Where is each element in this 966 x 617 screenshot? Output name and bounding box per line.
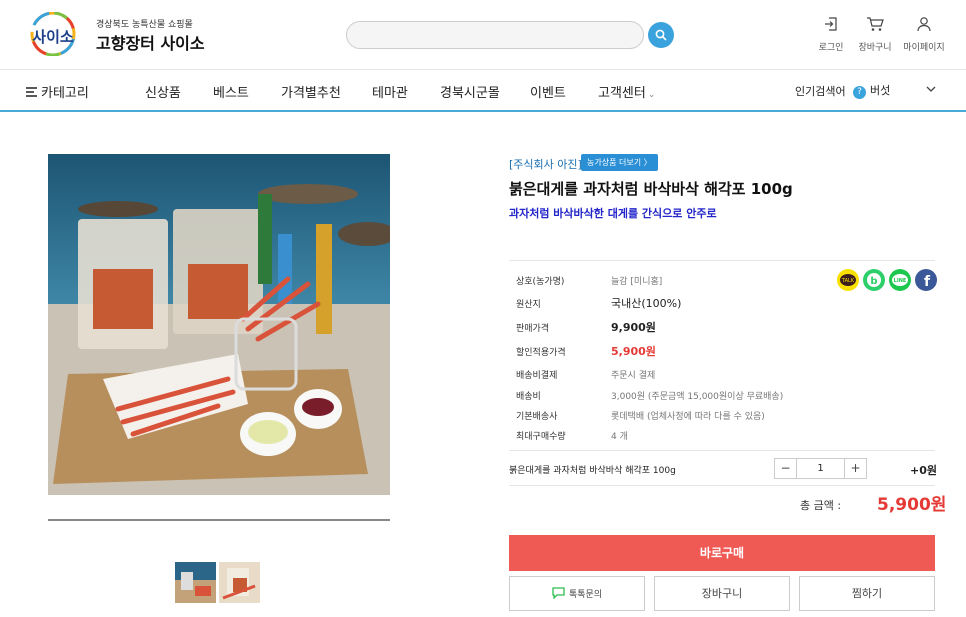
cart-link[interactable]: 장바구니 bbox=[850, 16, 900, 53]
thumbnail-2[interactable] bbox=[219, 562, 260, 603]
nav-best[interactable]: 베스트 bbox=[213, 82, 249, 101]
product-main-image[interactable] bbox=[48, 154, 390, 495]
chat-icon bbox=[552, 587, 565, 600]
talk-inquiry-label: 톡톡문의 bbox=[568, 590, 603, 600]
info-value-seller[interactable]: 늘감 [미니홈] bbox=[611, 274, 662, 287]
kakaotalk-icon: TALK bbox=[840, 274, 856, 286]
chevron-down-icon: ⌄ bbox=[647, 90, 656, 100]
more-farm-products-button[interactable]: 농가상품 더보기 〉 bbox=[581, 154, 658, 171]
cart-label: 장바구니 bbox=[858, 43, 892, 53]
option-price: +0원 bbox=[910, 464, 937, 477]
mypage-link[interactable]: 마이페이지 bbox=[899, 16, 949, 53]
product-subtitle: 과자처럼 바삭바삭한 대게를 간식으로 안주로 bbox=[509, 207, 717, 220]
info-divider bbox=[509, 260, 935, 261]
qty-plus-button[interactable]: + bbox=[845, 459, 866, 478]
popular-search-label: 인기검색어 bbox=[795, 85, 846, 98]
search-icon bbox=[655, 29, 667, 41]
info-value-shipping-fee: 3,000원 (주문금액 15,000원이상 무료배송) bbox=[611, 392, 784, 402]
cart-icon bbox=[867, 17, 884, 31]
line-icon: LINE bbox=[892, 274, 908, 286]
total-price: 5,900원 bbox=[877, 495, 947, 515]
popular-dropdown-icon[interactable] bbox=[926, 86, 936, 93]
talk-inquiry-button[interactable]: 톡톡문의 bbox=[509, 576, 645, 611]
svg-text:사이소: 사이소 bbox=[32, 28, 74, 46]
wishlist-button[interactable]: 찜하기 bbox=[799, 576, 935, 611]
facebook-icon: f bbox=[924, 274, 931, 290]
image-divider bbox=[48, 519, 390, 521]
logo-mark-icon: 사이소 bbox=[30, 12, 76, 56]
nav-customer-label: 고객센터 bbox=[598, 86, 646, 101]
main-nav: 카테고리 신상품 베스트 가격별추천 테마관 경북시군몰 이벤트 고객센터 ⌄ 인… bbox=[0, 70, 966, 112]
info-label-price: 판매가격 bbox=[516, 324, 550, 334]
info-value-discount: 5,900원 bbox=[611, 345, 656, 358]
popular-keyword-text: 버섯 bbox=[870, 84, 891, 97]
login-link[interactable]: 로그인 bbox=[806, 16, 856, 53]
svg-text:b: b bbox=[870, 276, 877, 287]
nav-region[interactable]: 경북시군몰 bbox=[440, 82, 500, 101]
logo-title: 고향장터 사이소 bbox=[96, 34, 205, 53]
facebook-share-icon[interactable]: f bbox=[915, 269, 937, 291]
info-label-seller: 상호(농가명) bbox=[516, 277, 565, 287]
brand-name[interactable]: [주식회사 아진] bbox=[509, 156, 582, 172]
category-menu[interactable]: 카테고리 bbox=[26, 82, 89, 101]
thumbnail-image bbox=[219, 562, 260, 603]
info-label-shipping-payment: 배송비결제 bbox=[516, 371, 558, 381]
popular-keyword[interactable]: ? 버섯 bbox=[853, 82, 890, 99]
band-share-icon[interactable]: b bbox=[863, 269, 885, 291]
option-name: 붉은대게를 과자처럼 바삭바삭 해각포 100g bbox=[509, 466, 676, 476]
info-label-discount: 할인적용가격 bbox=[516, 348, 566, 358]
nav-price[interactable]: 가격별추천 bbox=[281, 82, 341, 101]
svg-text:LINE: LINE bbox=[894, 278, 907, 284]
buy-now-button[interactable]: 바로구매 bbox=[509, 535, 935, 571]
site-logo[interactable]: 사이소 경상북도 농특산물 쇼핑몰 고향장터 사이소 bbox=[26, 10, 216, 60]
add-to-cart-button[interactable]: 장바구니 bbox=[654, 576, 790, 611]
category-label: 카테고리 bbox=[41, 86, 89, 101]
info-value-shipping-payment: 주문시 결제 bbox=[611, 371, 656, 381]
product-photo bbox=[48, 154, 390, 495]
info-value-price: 9,900원 bbox=[611, 321, 656, 334]
menu-icon bbox=[26, 86, 37, 97]
qty-minus-button[interactable]: − bbox=[775, 459, 796, 478]
info-value-courier: 롯데택배 (업체사정에 따라 다를 수 있음) bbox=[611, 412, 765, 422]
nav-customer-center[interactable]: 고객센터 ⌄ bbox=[598, 82, 655, 101]
site-header: 사이소 경상북도 농특산물 쇼핑몰 고향장터 사이소 로그인 장바구니 마이페이… bbox=[0, 0, 966, 70]
question-icon: ? bbox=[853, 86, 866, 99]
band-icon: b bbox=[867, 273, 881, 287]
line-share-icon[interactable]: LINE bbox=[889, 269, 911, 291]
info-value-origin: 국내산(100%) bbox=[611, 297, 682, 310]
qty-input[interactable]: 1 bbox=[796, 459, 845, 478]
logo-subtitle: 경상북도 농특산물 쇼핑몰 bbox=[96, 20, 193, 30]
search-input[interactable] bbox=[347, 22, 643, 48]
nav-theme[interactable]: 테마관 bbox=[372, 82, 408, 101]
mypage-label: 마이페이지 bbox=[903, 43, 945, 53]
total-label: 총 금액 : bbox=[800, 499, 842, 512]
option-divider-bottom bbox=[509, 485, 935, 486]
info-value-max-qty: 4 개 bbox=[611, 432, 628, 442]
kakaotalk-share-icon[interactable]: TALK bbox=[837, 269, 859, 291]
nav-event[interactable]: 이벤트 bbox=[530, 82, 566, 101]
info-label-origin: 원산지 bbox=[516, 300, 541, 310]
svg-text:f: f bbox=[924, 274, 931, 290]
info-label-shipping-fee: 배송비 bbox=[516, 392, 541, 402]
info-label-max-qty: 최대구매수량 bbox=[516, 432, 566, 442]
user-icon bbox=[917, 17, 931, 32]
login-icon bbox=[825, 17, 837, 31]
nav-new[interactable]: 신상품 bbox=[145, 82, 181, 101]
svg-text:TALK: TALK bbox=[841, 278, 855, 284]
thumbnail-image bbox=[175, 562, 216, 603]
thumbnail-1[interactable] bbox=[175, 562, 216, 603]
info-label-courier: 기본배송사 bbox=[516, 412, 558, 422]
quantity-stepper: − 1 + bbox=[774, 458, 867, 479]
product-title: 붉은대게를 과자처럼 바삭바삭 해각포 100g bbox=[509, 180, 793, 198]
option-divider-top bbox=[509, 450, 935, 451]
login-label: 로그인 bbox=[818, 43, 844, 53]
search-button[interactable] bbox=[648, 22, 674, 48]
search-box bbox=[346, 21, 644, 49]
